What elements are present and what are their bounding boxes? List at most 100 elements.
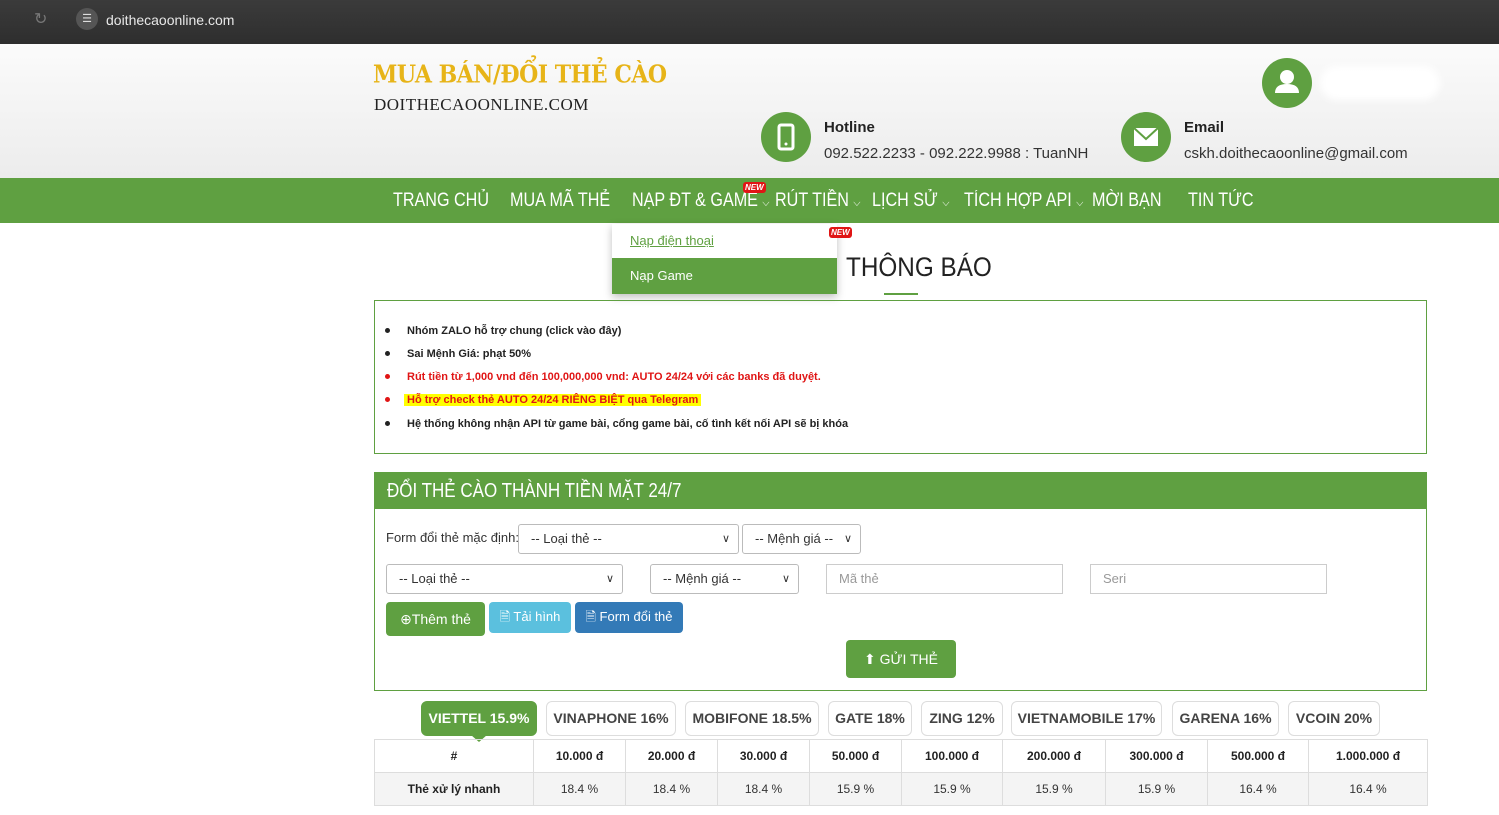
dropdown-item-game[interactable]: Nạp Game xyxy=(612,258,837,294)
reload-icon[interactable]: ↻ xyxy=(34,11,52,29)
tab-garena[interactable]: GARENA 16% xyxy=(1172,701,1279,736)
form-exchange-label: Form đổi thẻ xyxy=(599,609,673,624)
hotline-label: Hotline xyxy=(824,119,875,136)
add-card-button[interactable]: ⊕Thêm thẻ xyxy=(386,602,485,636)
site-info-icon[interactable]: ☰ xyxy=(76,8,98,30)
main-nav: TRANG CHỦ MUA MÃ THẺ NẠP ĐT & GAME ⌵ NEW… xyxy=(0,178,1499,223)
nav-withdraw[interactable]: RÚT TIỀN ⌵ xyxy=(775,178,860,223)
email-label: Email xyxy=(1184,119,1225,136)
table-cell: Thẻ xử lý nhanh xyxy=(374,772,534,806)
nav-dropdown-menu: Nạp điện thoại Nạp Game NEW xyxy=(612,224,852,294)
plus-circle-icon: ⊕ xyxy=(400,611,412,627)
table-row: Thẻ xử lý nhanh 18.4 % 18.4 % 18.4 % 15.… xyxy=(374,772,1428,806)
chevron-down-icon: ⌵ xyxy=(942,197,950,209)
tab-vinaphone[interactable]: VINAPHONE 16% xyxy=(546,701,676,736)
nav-invite[interactable]: MỜI BẠN xyxy=(1092,178,1161,223)
notice-zalo-link[interactable]: Nhóm ZALO hỗ trợ chung (click vào đây) xyxy=(407,325,621,337)
select-value: -- Loại thẻ -- xyxy=(399,571,470,586)
table-cell: 15.9 % xyxy=(1002,772,1106,806)
table-cell: 16.4 % xyxy=(1308,772,1428,806)
browser-bar: ↻ ☰ doithecaoonline.com xyxy=(0,0,1499,44)
chevron-down-icon: ⌵ xyxy=(762,197,770,209)
table-header: 200.000 đ xyxy=(1002,739,1106,773)
select-value: -- Mệnh giá -- xyxy=(663,571,742,586)
table-header: 30.000 đ xyxy=(717,739,810,773)
new-badge: NEW xyxy=(829,227,852,238)
nav-topup-label: NẠP ĐT & GAME xyxy=(632,190,758,211)
address-bar[interactable]: doithecaoonline.com xyxy=(106,12,234,28)
upload-image-button[interactable]: 🗎 Tải hình xyxy=(489,602,571,633)
user-name-redacted xyxy=(1320,66,1440,100)
notice-title: THÔNG BÁO xyxy=(846,252,992,282)
table-header: # xyxy=(374,739,534,773)
default-form-label: Form đổi thẻ mặc định: xyxy=(386,530,519,545)
nav-api[interactable]: TÍCH HỢP API ⌵ xyxy=(964,178,1083,223)
chevron-down-icon: ∨ xyxy=(843,533,852,545)
dropdown-item-phone[interactable]: Nạp điện thoại xyxy=(612,224,837,258)
table-header: 10.000 đ xyxy=(533,739,626,773)
default-denomination-select[interactable]: -- Mệnh giá -- ∨ xyxy=(742,524,861,554)
chevron-down-icon: ⌵ xyxy=(1076,197,1084,209)
tab-zing[interactable]: ZING 12% xyxy=(921,701,1003,736)
card-type-select[interactable]: -- Loại thẻ -- ∨ xyxy=(386,564,623,594)
upload-icon: ⬆ xyxy=(864,651,876,667)
select-value: -- Mệnh giá -- xyxy=(755,531,834,546)
upload-image-label: Tải hình xyxy=(513,609,561,624)
bullet xyxy=(385,397,390,402)
card-exchange-panel: ĐỔI THẺ CÀO THÀNH TIỀN MẶT 24/7 Form đổi… xyxy=(374,472,1427,691)
table-header: 300.000 đ xyxy=(1105,739,1208,773)
notice-box: Nhóm ZALO hỗ trợ chung (click vào đây) S… xyxy=(374,300,1427,454)
table-header: 1.000.000 đ xyxy=(1308,739,1428,773)
bullet xyxy=(385,351,390,356)
nav-history-label: LỊCH SỬ xyxy=(872,190,938,211)
panel-title-text: ĐỔI THẺ CÀO THÀNH TIỀN MẶT 24/7 xyxy=(387,480,682,502)
nav-api-label: TÍCH HỢP API xyxy=(964,190,1072,211)
user-icon[interactable] xyxy=(1262,58,1312,108)
nav-withdraw-label: RÚT TIỀN xyxy=(775,190,849,211)
tab-vcoin[interactable]: VCOIN 20% xyxy=(1288,701,1380,736)
logo-title[interactable]: MUA BÁN/ĐỔI THẺ CÀO xyxy=(373,61,667,90)
hotline-value: 092.522.2233 - 092.222.9988 : TuanNH xyxy=(824,145,1089,162)
nav-news[interactable]: TIN TỨC xyxy=(1188,178,1254,223)
panel-title: ĐỔI THẺ CÀO THÀNH TIỀN MẶT 24/7 xyxy=(375,473,1426,509)
tab-mobifone[interactable]: MOBIFONE 18.5% xyxy=(685,701,819,736)
tab-viettel[interactable]: VIETTEL 15.9% xyxy=(421,701,537,736)
serial-input[interactable]: Seri xyxy=(1090,564,1327,594)
nav-history[interactable]: LỊCH SỬ ⌵ xyxy=(872,178,949,223)
card-code-input[interactable]: Mã thẻ xyxy=(826,564,1063,594)
table-cell: 18.4 % xyxy=(533,772,626,806)
notice-line: Hệ thống không nhận API từ game bài, cổn… xyxy=(407,418,849,430)
bullet xyxy=(385,421,390,426)
email-value: cskh.doithecaoonline@gmail.com xyxy=(1184,145,1408,162)
denomination-select[interactable]: -- Mệnh giá -- ∨ xyxy=(650,564,799,594)
table-header: 20.000 đ xyxy=(625,739,718,773)
nav-buy-card[interactable]: MUA MÃ THẺ xyxy=(510,178,610,223)
phone-icon xyxy=(761,112,811,162)
default-card-type-select[interactable]: -- Loại thẻ -- ∨ xyxy=(518,524,739,554)
add-card-label: Thêm thẻ xyxy=(411,611,471,627)
notice-telegram-link[interactable]: Hỗ trợ check thẻ AUTO 24/24 RIÊNG BIỆT q… xyxy=(404,394,702,406)
table-cell: 15.9 % xyxy=(1105,772,1208,806)
site-header: MUA BÁN/ĐỔI THẺ CÀO DOITHECAOONLINE.COM … xyxy=(0,44,1499,178)
tab-gate[interactable]: GATE 18% xyxy=(828,701,912,736)
submit-label: GỬI THẺ xyxy=(879,651,938,667)
nav-home[interactable]: TRANG CHỦ xyxy=(393,178,489,223)
rate-table: # 10.000 đ 20.000 đ 30.000 đ 50.000 đ 10… xyxy=(374,739,1428,806)
table-cell: 18.4 % xyxy=(625,772,718,806)
table-header: 500.000 đ xyxy=(1207,739,1309,773)
bullet xyxy=(385,374,390,379)
logo-domain[interactable]: DOITHECAOONLINE.COM xyxy=(374,95,589,115)
table-header: 100.000 đ xyxy=(901,739,1003,773)
tab-vietnamobile[interactable]: VIETNAMOBILE 17% xyxy=(1011,701,1162,736)
table-cell: 15.9 % xyxy=(809,772,902,806)
notice-line: Sai Mệnh Giá: phạt 50% xyxy=(407,348,532,360)
form-exchange-button[interactable]: 🗎 Form đổi thẻ xyxy=(575,602,683,633)
bullet xyxy=(385,328,390,333)
table-header-row: # 10.000 đ 20.000 đ 30.000 đ 50.000 đ 10… xyxy=(374,739,1428,773)
envelope-icon xyxy=(1121,112,1171,162)
submit-card-button[interactable]: ⬆ GỬI THẺ xyxy=(846,640,956,678)
table-cell: 15.9 % xyxy=(901,772,1003,806)
title-underline xyxy=(884,293,918,295)
notice-line: Rút tiền từ 1,000 vnd đến 100,000,000 vn… xyxy=(407,371,821,383)
chevron-down-icon: ∨ xyxy=(721,533,730,545)
